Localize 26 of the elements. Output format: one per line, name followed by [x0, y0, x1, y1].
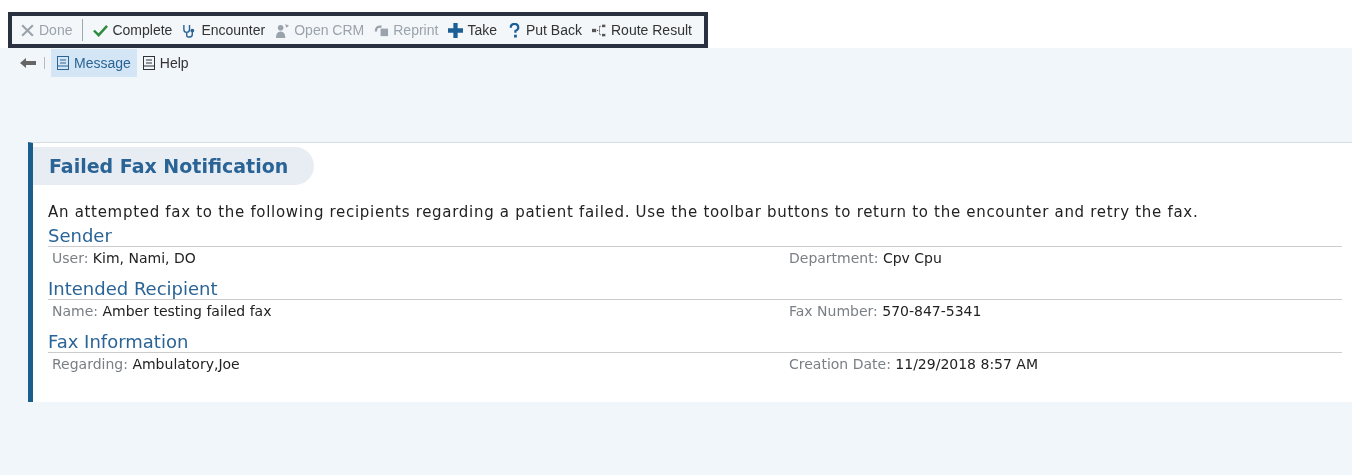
toolbar-button[interactable]: Complete	[89, 22, 177, 38]
person-icon	[275, 22, 291, 38]
field-text: Department: Cpv Cpu	[789, 250, 943, 266]
close-icon	[20, 22, 35, 38]
field-text: User: Kim, Nami, DO	[52, 250, 197, 266]
field-text: Name: Amber testing failed fax	[52, 303, 273, 319]
toolbar-button[interactable]: Put Back	[502, 22, 586, 38]
message-description: An attempted fax to the following recipients regarding a patient failed. Use the toolbar buttons to return to the encounter and retry the fax.	[47, 202, 1200, 223]
check-icon	[93, 22, 109, 38]
tab[interactable]: Help	[136, 49, 195, 77]
reprint-icon	[374, 22, 390, 38]
route-icon	[592, 22, 607, 38]
section-heading: Intended Recipient	[48, 276, 1342, 300]
section-heading: Fax Information	[48, 329, 1342, 353]
field-text: Fax Number: 570-847-5341	[789, 303, 983, 319]
toolbar-button[interactable]: Route Result	[588, 22, 696, 38]
document-icon	[57, 56, 69, 70]
toolbar-button[interactable]: Take	[444, 22, 501, 38]
field-text: Creation Date: 11/29/2018 8:57 AM	[789, 356, 1039, 372]
document-icon	[142, 56, 155, 70]
plus-icon	[448, 22, 464, 38]
toolbar-button[interactable]: Encounter	[178, 22, 270, 38]
tab[interactable]: Message	[51, 49, 137, 77]
message-title: Failed Fax Notification	[33, 147, 315, 185]
section-heading: Sender	[48, 223, 1342, 247]
field-text: Regarding: Ambulatory,Joe	[52, 356, 241, 372]
